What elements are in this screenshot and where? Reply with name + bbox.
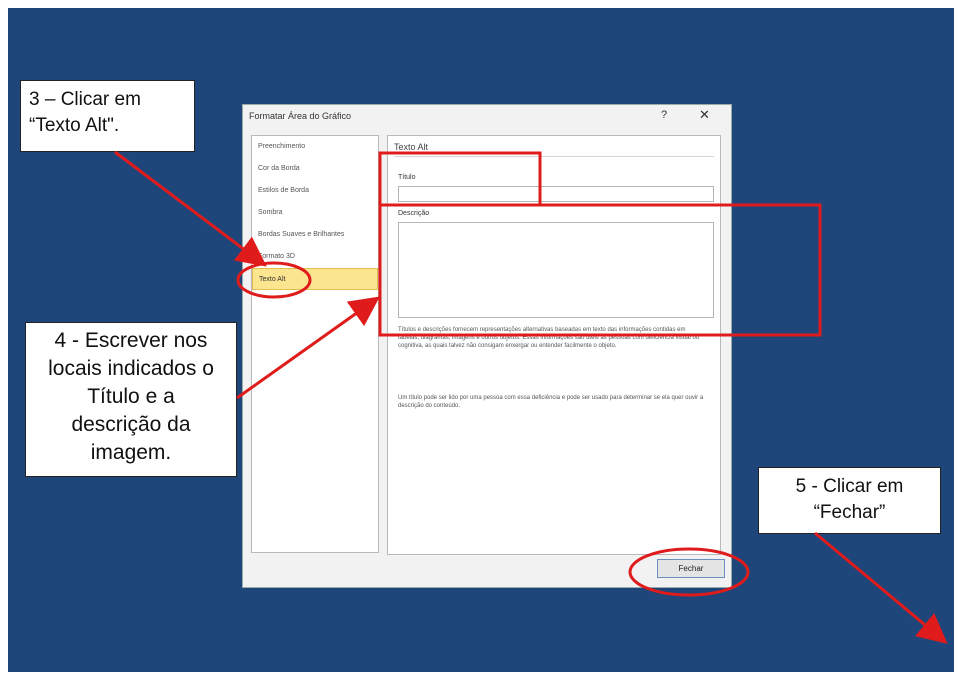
arrow-step-4	[236, 296, 380, 400]
arrow-step-3	[114, 150, 267, 267]
highlight-title-box	[378, 151, 542, 207]
highlight-description-box	[378, 203, 822, 337]
arrow-step-5	[814, 531, 948, 644]
annotation-overlay	[114, 150, 948, 644]
highlight-fechar-ellipse	[628, 547, 750, 597]
highlight-texto-alt-ellipse	[236, 261, 312, 299]
